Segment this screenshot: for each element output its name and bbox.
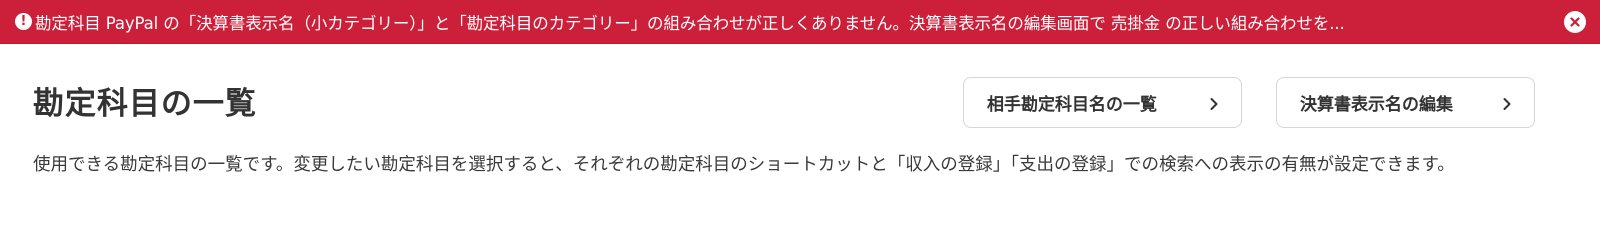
edit-statement-names-button[interactable]: 決算書表示名の編集 [1276,77,1535,128]
counter-account-list-label: 相手勘定科目名の一覧 [987,95,1157,115]
counter-account-list-button[interactable]: 相手勘定科目名の一覧 [963,77,1242,128]
exclamation-icon: ! [15,13,32,30]
alert-message: 勘定科目 PayPal の「決算書表示名（小カテゴリー）」と「勘定科目のカテゴリ… [35,13,1345,33]
edit-statement-names-label: 決算書表示名の編集 [1300,95,1453,115]
page-title: 勘定科目の一覧 [33,86,257,122]
chevron-right-icon [1500,96,1514,110]
close-icon[interactable] [1564,11,1586,33]
page-description: 使用できる勘定科目の一覧です。変更したい勘定科目を選択すると、それぞれの勘定科目… [33,155,1455,175]
error-alert-bar: ! 勘定科目 PayPal の「決算書表示名（小カテゴリー）」と「勘定科目のカテ… [0,0,1600,44]
chevron-right-icon [1207,96,1221,110]
